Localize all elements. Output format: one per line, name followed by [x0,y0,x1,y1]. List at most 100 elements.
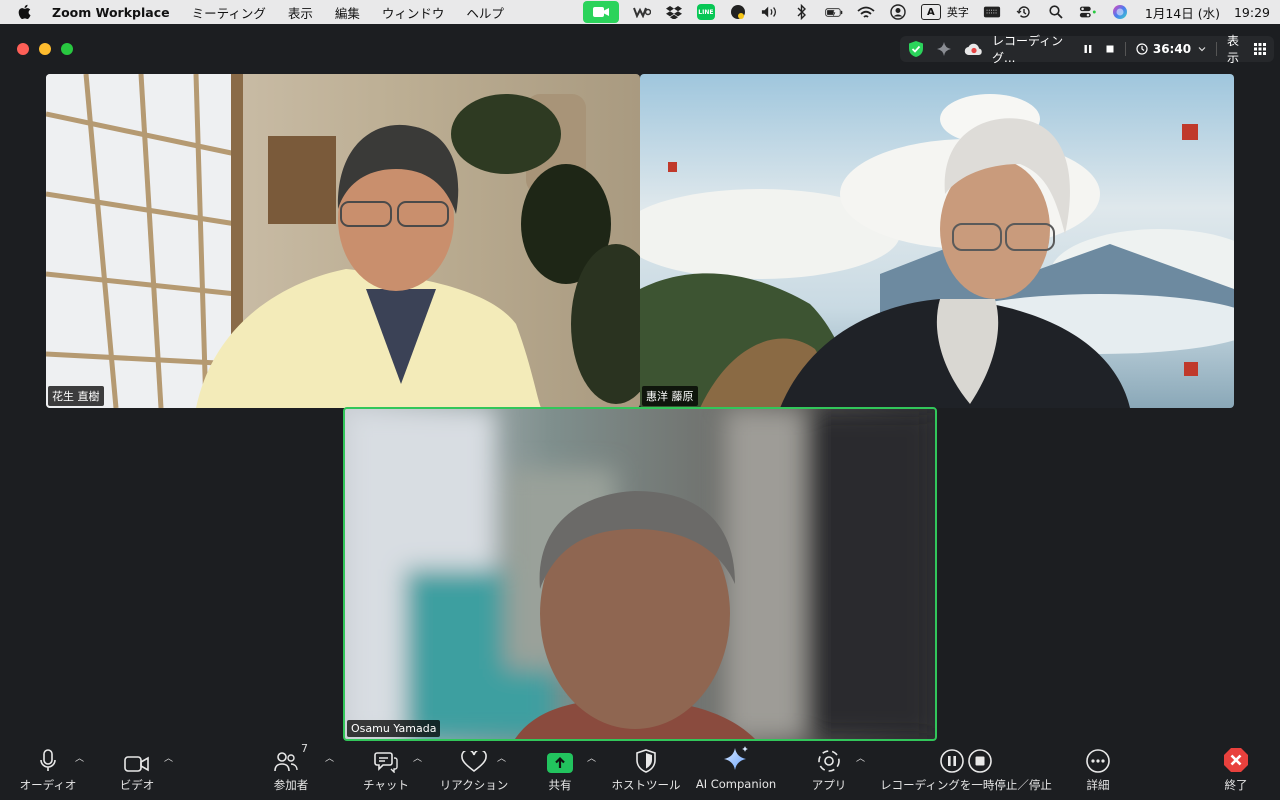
input-mode-label[interactable]: 英字 [947,4,969,20]
participants-icon [274,752,298,772]
share-label: 共有 [548,778,572,792]
chat-icon [374,752,398,773]
heart-icon [461,751,487,773]
battery-icon[interactable] [825,4,843,20]
participant-count-badge: 7 [301,742,308,755]
host-shield-icon [636,749,656,773]
menu-edit[interactable]: 編集 [335,3,360,22]
apps-options-caret-icon[interactable]: ︿ [856,751,865,764]
host-tools-label: ホストツール [611,778,681,792]
share-options-caret-icon[interactable]: ︿ [587,751,596,764]
menubar-time[interactable]: 19:29 [1234,5,1270,20]
divider [1124,42,1126,56]
audio-options-caret-icon[interactable]: ︿ [75,751,84,764]
recording-control-label: レコーディングを一時停止／停止 [880,778,1052,792]
apps-button[interactable]: アプリ [799,741,859,800]
participant-3-video [345,409,935,739]
camera-icon [124,756,149,772]
more-dots-icon [1086,749,1110,773]
end-meeting-icon [1224,748,1248,772]
share-button[interactable]: 共有 [530,741,590,800]
reactions-button[interactable]: リアクション [436,741,512,800]
microphone-icon [40,749,56,771]
chat-label: チャット [363,778,409,792]
night-owl-icon[interactable] [729,4,747,20]
recording-label[interactable]: レコーディング... [992,32,1075,66]
meeting-timer[interactable]: 36:40 [1153,42,1191,56]
reactions-label: リアクション [439,778,509,792]
apps-label: アプリ [811,778,847,792]
participant-name-tag: 惠洋 藤原 [642,386,698,406]
bluetooth-icon[interactable] [793,4,811,20]
video-tile-active-speaker[interactable]: Osamu Yamada [343,407,937,741]
share-screen-icon [547,753,573,773]
menu-help[interactable]: ヘルプ [466,3,504,22]
dropbox-icon[interactable] [665,4,683,20]
stop-recording-icon[interactable] [1105,44,1115,54]
participant-name-tag: Osamu Yamada [347,720,441,737]
chat-button[interactable]: チャット [356,741,416,800]
encryption-shield-icon[interactable] [908,40,924,58]
menu-meeting[interactable]: ミーティング [192,3,266,22]
apple-logo-icon[interactable] [18,3,34,21]
ai-companion-button[interactable]: AI Companion [694,741,778,800]
time-machine-icon[interactable] [1015,4,1033,20]
more-label: 詳細 [1086,778,1110,792]
chat-options-caret-icon[interactable]: ︿ [413,751,422,764]
app-name-menu[interactable]: Zoom Workplace [52,5,170,20]
more-button[interactable]: 詳細 [1068,741,1128,800]
video-button[interactable]: ビデオ [107,741,167,800]
window-titlebar: レコーディング... 36:40 表示 [0,24,1280,74]
status-area: LINE A 英字 1月14日 (水) 19:29 [582,1,1270,23]
audio-button[interactable]: オーディオ [18,741,78,800]
menu-view[interactable]: 表示 [288,3,313,22]
wifi-icon[interactable] [857,4,875,20]
pause-icon [940,749,964,773]
host-tools-button[interactable]: ホストツール [608,741,684,800]
end-meeting-button[interactable]: 終了 [1206,741,1266,800]
view-label[interactable]: 表示 [1227,32,1248,66]
zoom-window-button[interactable] [61,43,73,55]
search-icon[interactable] [1047,4,1065,20]
video-label: ビデオ [119,778,155,792]
recording-status-bar: レコーディング... 36:40 表示 [900,34,1274,65]
grid-view-icon[interactable] [1254,43,1266,55]
pause-recording-icon[interactable] [1083,44,1093,54]
divider [1216,42,1217,56]
weibo-like-icon[interactable] [632,4,651,20]
participant-2-video [640,94,1234,408]
participants-label: 参加者 [273,778,309,792]
siri-icon[interactable] [1111,4,1129,20]
video-tile-participant-1[interactable]: 花生 直樹 [46,74,640,408]
video-tile-participant-2[interactable]: 惠洋 藤原 [640,74,1234,408]
zoom-camera-status-icon[interactable] [582,1,619,23]
participants-options-caret-icon[interactable]: ︿ [325,751,334,764]
participants-button[interactable]: 7 参加者 [261,741,321,800]
menu-window[interactable]: ウィンドウ [382,3,445,22]
user-account-icon[interactable] [889,4,907,20]
stop-icon [968,749,992,773]
recording-control-button[interactable]: レコーディングを一時停止／停止 [880,741,1052,800]
ai-sparkle-icon[interactable] [936,41,952,57]
menubar-date[interactable]: 1月14日 (水) [1145,3,1220,22]
clock-icon [1136,43,1148,55]
end-meeting-label: 終了 [1224,778,1248,792]
video-options-caret-icon[interactable]: ︿ [164,751,173,764]
chevron-down-icon[interactable] [1198,46,1206,52]
participant-1-video [46,74,640,408]
minimize-window-button[interactable] [39,43,51,55]
ai-companion-label: AI Companion [695,777,777,791]
apps-icon [818,750,840,772]
close-window-button[interactable] [17,43,29,55]
audio-label: オーディオ [19,778,77,792]
ai-sparkle-icon [724,746,748,770]
input-method-icon[interactable]: A [920,4,941,20]
meeting-toolbar: オーディオ ︿ ビデオ ︿ 7 参加者 ︿ チャット ︿ リアクション ︿ 共有… [0,741,1280,800]
reactions-options-caret-icon[interactable]: ︿ [497,751,506,764]
volume-icon[interactable] [761,4,779,20]
keyboard-icon[interactable] [983,4,1001,20]
cloud-record-icon[interactable] [964,42,984,56]
control-center-icon[interactable] [1079,4,1097,20]
line-icon[interactable]: LINE [696,4,715,20]
menu-bar: Zoom Workplace ミーティング 表示 編集 ウィンドウ ヘルプ LI… [0,0,1280,24]
